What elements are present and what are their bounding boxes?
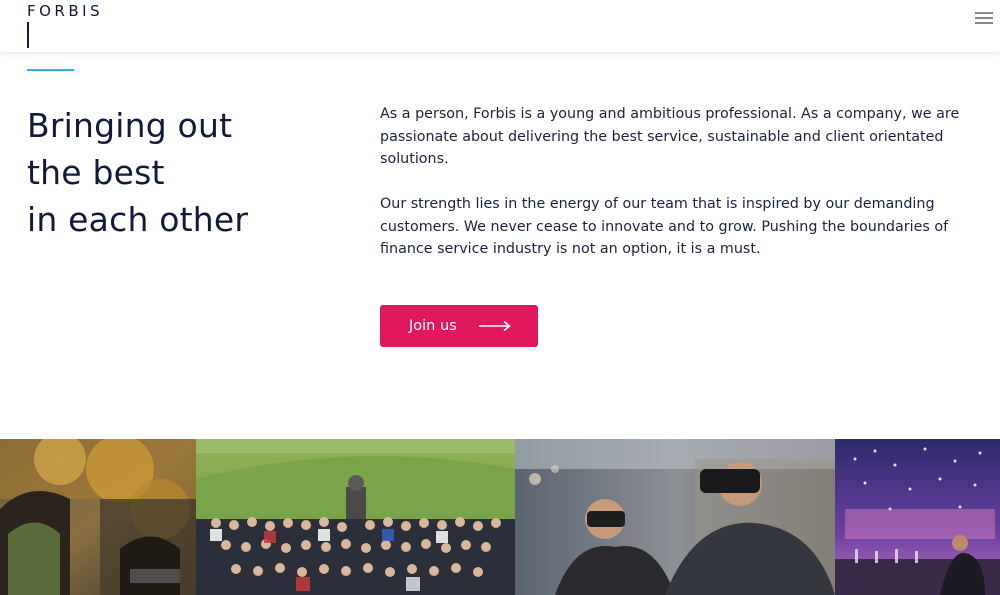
vr-headset-photo — [515, 439, 835, 595]
join-us-button[interactable]: Join us — [380, 305, 538, 347]
party-lights-photo — [835, 439, 1000, 595]
logo-bar — [27, 22, 29, 48]
headline-line-3: in each other — [27, 200, 249, 239]
team-group-photo — [196, 439, 515, 595]
intro-copy: As a person, Forbis is a young and ambit… — [380, 103, 975, 283]
section-underline — [27, 69, 74, 71]
hamburger-menu-icon[interactable] — [975, 12, 993, 26]
long-arrow-right-icon — [479, 320, 511, 332]
headline-line-2: the best — [27, 153, 165, 192]
intro-paragraph-1: As a person, Forbis is a young and ambit… — [380, 106, 960, 167]
join-us-label: Join us — [409, 318, 457, 334]
intro-paragraph-2: Our strength lies in the energy of our t… — [380, 196, 949, 257]
page-headline: Bringing out the best in each other — [27, 102, 327, 243]
photo-strip — [0, 439, 1000, 595]
site-header: FORBIS — [0, 0, 1000, 52]
forbis-logo[interactable]: FORBIS — [27, 2, 103, 20]
headline-line-1: Bringing out — [27, 106, 233, 145]
autumn-arch-photo — [0, 439, 196, 595]
